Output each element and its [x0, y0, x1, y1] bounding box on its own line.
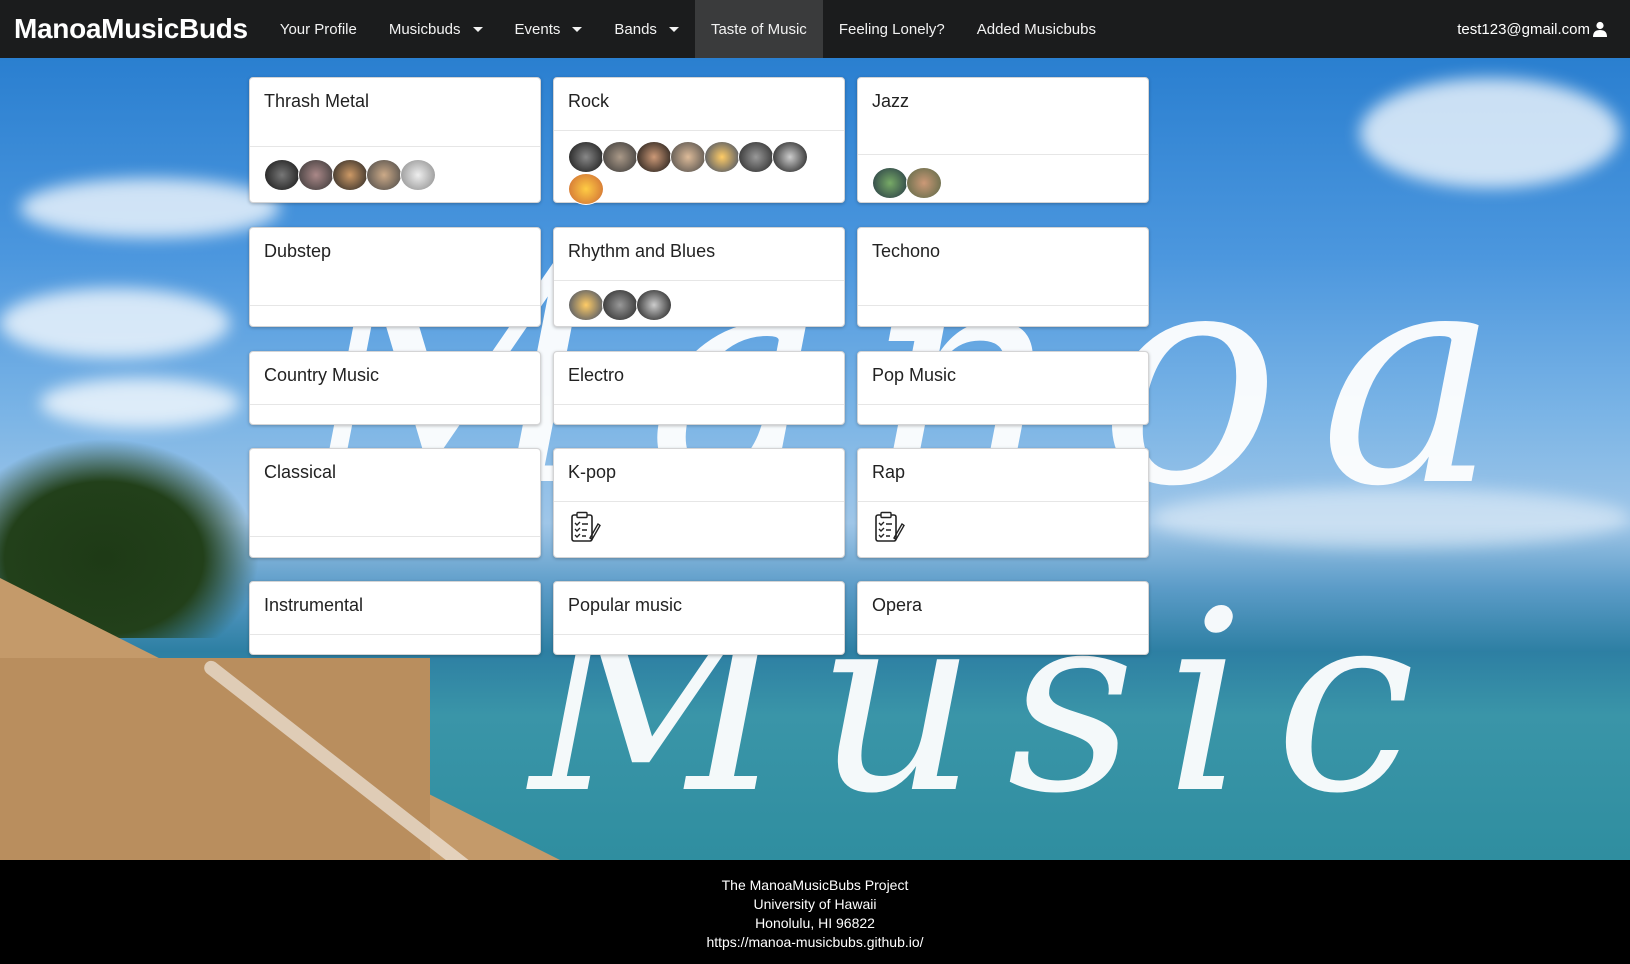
caret-down-icon	[572, 26, 583, 32]
cloud-shape	[1360, 78, 1620, 188]
footer-university: University of Hawaii	[753, 896, 877, 912]
members-avatars	[250, 634, 540, 651]
genre-title: Pop Music	[872, 365, 957, 385]
page-footer: The ManoaMusicBubs Project University of…	[0, 860, 1630, 964]
members-avatars	[858, 634, 1148, 651]
genre-card-rap[interactable]: Rap	[857, 448, 1149, 558]
avatar[interactable]	[366, 159, 402, 191]
avatar[interactable]	[568, 141, 604, 173]
avatar[interactable]	[602, 289, 638, 321]
cloud-shape	[0, 288, 230, 358]
caret-down-icon	[472, 26, 483, 32]
avatar[interactable]	[264, 159, 300, 191]
nav-label: Bands	[614, 20, 657, 38]
genre-title: Popular music	[568, 595, 683, 615]
genre-card-dubstep[interactable]: Dubstep	[249, 227, 541, 327]
genre-card-techono[interactable]: Techono	[857, 227, 1149, 327]
avatar[interactable]	[332, 159, 368, 191]
genre-title: Dubstep	[264, 241, 332, 261]
nav-bands-dropdown[interactable]: Bands	[598, 0, 695, 58]
beach-sand	[0, 658, 430, 860]
genre-card-instrumental[interactable]: Instrumental	[249, 581, 541, 655]
nav-events-dropdown[interactable]: Events	[499, 0, 599, 58]
avatar[interactable]	[704, 141, 740, 173]
genre-card-rock[interactable]: Rock	[553, 77, 845, 205]
nav-label: Your Profile	[279, 20, 357, 38]
avatar[interactable]	[636, 289, 672, 321]
members-avatars	[554, 404, 844, 421]
nav-feeling-lonely[interactable]: Feeling Lonely?	[823, 0, 961, 58]
caret-down-icon	[668, 26, 679, 32]
genre-card-country-music[interactable]: Country Music	[249, 351, 541, 425]
members-avatars	[250, 404, 540, 421]
genre-title: Rock	[568, 91, 610, 111]
genre-card-electro[interactable]: Electro	[553, 351, 845, 425]
cloud-shape	[20, 178, 280, 238]
user-menu[interactable]: test123@gmail.com	[1457, 21, 1630, 38]
members-avatars	[858, 305, 1148, 322]
avatar[interactable]	[568, 289, 604, 321]
avatar[interactable]	[872, 167, 908, 199]
genre-card-rhythm-and-blues[interactable]: Rhythm and Blues	[553, 227, 845, 327]
nav-taste-of-music[interactable]: Taste of Music	[694, 0, 823, 58]
members-avatars	[858, 154, 1148, 207]
top-navbar: ManoaMusicBuds Your Profile Musicbuds Ev…	[0, 0, 1630, 58]
genre-card-classical[interactable]: Classical	[249, 448, 541, 558]
genre-title: Country Music	[264, 365, 380, 385]
footer-address: Honolulu, HI 96822	[755, 915, 875, 931]
nav-musicbuds-dropdown[interactable]: Musicbuds	[373, 0, 499, 58]
avatar[interactable]	[298, 159, 334, 191]
members-avatars	[858, 501, 1148, 552]
avatar[interactable]	[670, 141, 706, 173]
members-avatars	[554, 280, 844, 329]
avatar[interactable]	[568, 173, 604, 205]
genre-card-thrash-metal[interactable]: Thrash Metal	[249, 77, 541, 203]
genre-title: Opera	[872, 595, 923, 615]
footer-project-name: The ManoaMusicBubs Project	[721, 877, 909, 893]
members-avatars	[858, 404, 1148, 421]
avatar[interactable]	[602, 141, 638, 173]
genre-title: Classical	[264, 462, 337, 482]
clipboard-checklist-icon[interactable]	[872, 510, 906, 544]
genre-card-jazz[interactable]: Jazz	[857, 77, 1149, 203]
nav-added-musicbubs[interactable]: Added Musicbubs	[961, 0, 1112, 58]
nav-label: Musicbuds	[388, 20, 461, 38]
avatar[interactable]	[636, 141, 672, 173]
genre-title: Instrumental	[264, 595, 364, 615]
genre-title: K-pop	[568, 462, 617, 482]
genre-title: Rhythm and Blues	[568, 241, 716, 261]
genre-card-popular-music[interactable]: Popular music	[553, 581, 845, 655]
avatar[interactable]	[906, 167, 942, 199]
genre-card-k-pop[interactable]: K-pop	[553, 448, 845, 558]
avatar[interactable]	[400, 159, 436, 191]
nav-label: Feeling Lonely?	[838, 20, 945, 38]
genre-title: Thrash Metal	[264, 91, 370, 111]
genre-title: Rap	[872, 462, 906, 482]
members-avatars	[250, 146, 540, 199]
genre-title: Jazz	[872, 91, 910, 111]
nav-label: Taste of Music	[710, 20, 807, 38]
genre-title: Techono	[872, 241, 941, 261]
members-avatars	[554, 501, 844, 552]
members-avatars	[250, 305, 540, 322]
avatar[interactable]	[738, 141, 774, 173]
members-avatars	[554, 634, 844, 651]
nav-label: Added Musicbubs	[976, 20, 1096, 38]
nav-label: Events	[514, 20, 561, 38]
genre-card-opera[interactable]: Opera	[857, 581, 1149, 655]
nav-your-profile[interactable]: Your Profile	[264, 0, 373, 58]
clipboard-checklist-icon[interactable]	[568, 510, 602, 544]
genre-card-pop-music[interactable]: Pop Music	[857, 351, 1149, 425]
footer-link[interactable]: https://manoa-musicbubs.github.io/	[0, 933, 1630, 952]
avatar[interactable]	[772, 141, 808, 173]
members-avatars	[250, 536, 540, 553]
cloud-shape	[40, 378, 240, 428]
brand-logo[interactable]: ManoaMusicBuds	[0, 13, 264, 45]
genre-title: Electro	[568, 365, 625, 385]
members-avatars	[554, 130, 844, 213]
user-icon	[1593, 21, 1607, 37]
user-email: test123@gmail.com	[1457, 20, 1590, 38]
